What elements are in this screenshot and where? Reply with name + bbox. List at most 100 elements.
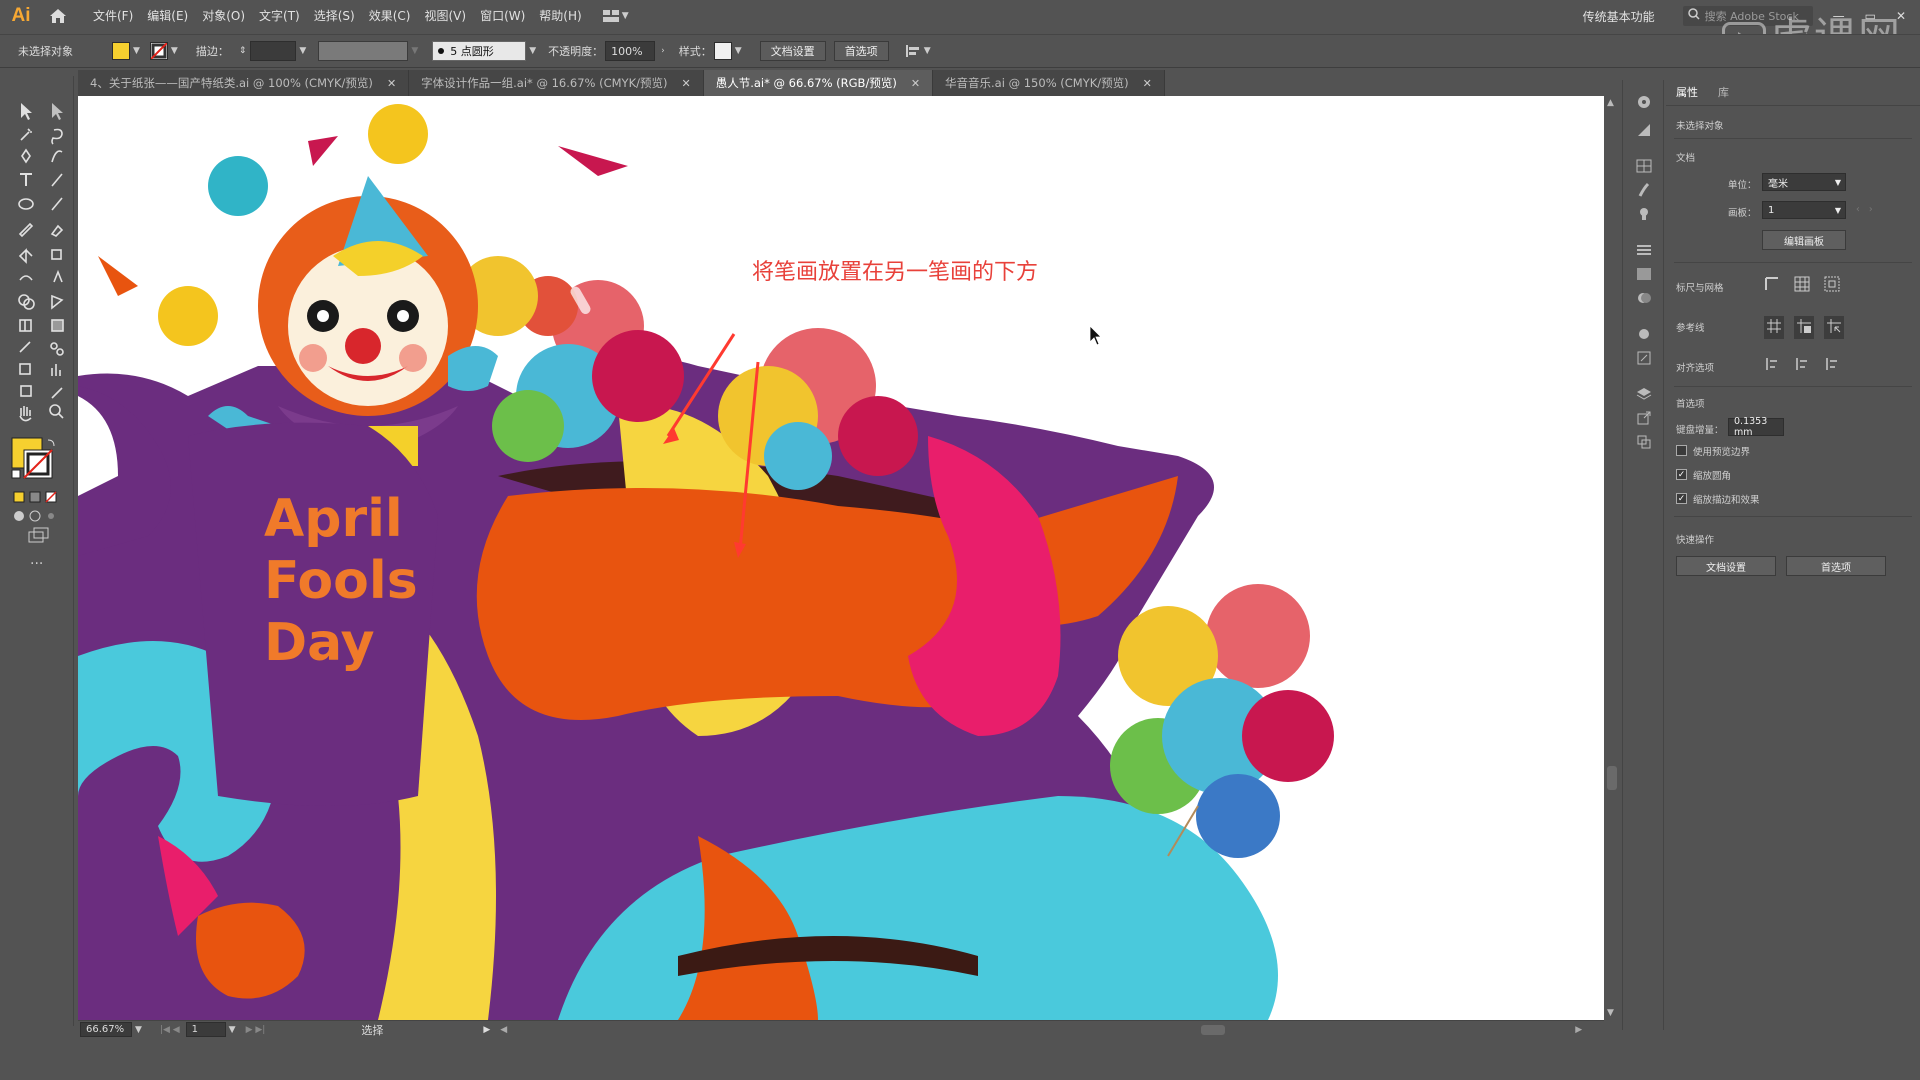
show-guides-icon[interactable] [1764, 316, 1784, 339]
brushes-icon[interactable] [1634, 180, 1654, 200]
opacity-control[interactable]: 100% › [605, 41, 665, 61]
menu-select[interactable]: 选择(S) [307, 0, 362, 32]
home-icon[interactable] [42, 0, 74, 32]
fill-swatch[interactable] [112, 42, 130, 60]
transparency-icon[interactable] [1634, 288, 1654, 308]
snap-to-glyph-icon[interactable] [1824, 356, 1840, 375]
chevron-down-icon[interactable]: ▼ [229, 1025, 236, 1035]
artboard-nav-icon[interactable]: ‹ › [1856, 204, 1873, 215]
menu-file[interactable]: 文件(F) [86, 0, 140, 32]
scale-corners-checkbox[interactable]: ✓ [1676, 469, 1687, 480]
tab-document-2[interactable]: 字体设计作品一组.ai* @ 16.67% (CMYK/预览) ✕ [409, 70, 704, 96]
hand-tool[interactable] [14, 401, 36, 423]
appearance-icon[interactable] [1634, 324, 1654, 344]
graphic-styles-icon[interactable] [1634, 348, 1654, 368]
first-artboard-icon[interactable]: |◀ ◀ [160, 1025, 180, 1035]
paintbrush-tool[interactable] [45, 192, 67, 214]
next-artboard-icon[interactable]: ▶ ▶| [246, 1025, 266, 1035]
stepper-arrows-icon[interactable]: ⇕ [239, 46, 247, 56]
stroke-swatch[interactable] [149, 42, 168, 60]
vertical-scrollbar[interactable]: ▲ ▼ [1604, 96, 1620, 1020]
ellipse-tool[interactable] [14, 192, 36, 214]
document-setup-button[interactable]: 文档设置 [759, 41, 826, 61]
selection-status: 未选择对象 [18, 45, 73, 58]
menu-type[interactable]: 文字(T) [252, 0, 307, 32]
align-panel-button[interactable]: ▼ [905, 44, 931, 58]
arrange-documents-button[interactable]: ▼ [602, 10, 629, 22]
quick-document-setup-button[interactable]: 文档设置 [1676, 556, 1776, 576]
stroke-weight-input[interactable] [250, 41, 297, 61]
style-control[interactable]: ▼ [713, 42, 742, 60]
preferences-button[interactable]: 首选项 [833, 41, 889, 61]
variable-width-profile[interactable]: ▼ [318, 41, 418, 61]
stroke-panel-icon[interactable] [1634, 240, 1654, 260]
line-tool[interactable] [45, 166, 67, 188]
tab-properties[interactable]: 属性 [1666, 80, 1708, 105]
symbols-icon[interactable] [1634, 204, 1654, 224]
menu-help[interactable]: 帮助(H) [532, 0, 588, 32]
keyboard-increment-input[interactable]: 0.1353 mm [1728, 416, 1784, 438]
artboards-icon[interactable] [1634, 432, 1654, 452]
scroll-thumb[interactable] [1607, 766, 1617, 790]
swatches-icon[interactable] [1634, 156, 1654, 176]
chevron-down-icon[interactable]: ▼ [135, 1025, 142, 1035]
style-swatch[interactable] [713, 42, 732, 60]
menu-view[interactable]: 视图(V) [417, 0, 473, 32]
status-menu-arrow-icon[interactable]: ▶ [483, 1025, 490, 1035]
edit-artboards-button[interactable]: 编辑画板 [1762, 230, 1846, 250]
menu-edit[interactable]: 编辑(E) [140, 0, 195, 32]
snap-to-pixel-icon[interactable] [1794, 356, 1810, 375]
units-select[interactable]: 毫米 ▼ [1762, 173, 1846, 191]
close-icon[interactable]: ✕ [911, 77, 920, 90]
scroll-up-icon[interactable]: ▲ [1607, 98, 1614, 108]
stroke-weight-stepper[interactable]: ⇕ ▼ [239, 41, 306, 61]
artboard[interactable]: 将笔画放置在另一笔画的下方 April Fools Day [78, 96, 1604, 1020]
edit-toolbar-icon[interactable] [24, 554, 46, 576]
workspace-switcher[interactable]: 传统基本功能 [1583, 8, 1655, 25]
ruler-icon[interactable] [1764, 276, 1780, 295]
scroll-right-icon[interactable]: ▶ [1575, 1025, 1582, 1035]
layers-icon[interactable] [1634, 384, 1654, 404]
direct-selection-tool[interactable] [45, 96, 67, 118]
horizontal-scroll-thumb[interactable] [1201, 1024, 1226, 1035]
stroke-color-swatch[interactable] [26, 454, 52, 480]
gradient-icon[interactable] [1634, 264, 1654, 284]
close-icon[interactable]: ✕ [681, 77, 690, 90]
opacity-input[interactable]: 100% [605, 41, 656, 61]
tab-libraries[interactable]: 库 [1708, 80, 1739, 105]
zoom-tool[interactable] [45, 401, 67, 423]
chevron-right-icon[interactable]: › [661, 46, 665, 56]
asset-export-icon[interactable] [1634, 408, 1654, 428]
color-guide-icon[interactable] [1634, 92, 1654, 112]
tab-document-4[interactable]: 华音音乐.ai @ 150% (CMYK/预览) ✕ [933, 70, 1165, 96]
bottom-empty-area [0, 1040, 1920, 1080]
snap-to-point-icon[interactable] [1764, 356, 1780, 375]
tab-document-3[interactable]: 愚人节.ai* @ 66.67% (RGB/预览) ✕ [703, 70, 934, 96]
menu-effect[interactable]: 效果(C) [362, 0, 418, 32]
lock-guides-icon[interactable] [1794, 316, 1814, 339]
current-tool-status[interactable]: 选择 [361, 1022, 383, 1038]
artboard-number-field[interactable]: 1 [185, 1022, 226, 1037]
fill-control[interactable]: ▼ [112, 42, 140, 60]
type-tool[interactable] [14, 166, 36, 188]
use-preview-bounds-checkbox[interactable] [1676, 445, 1687, 456]
transparency-grid-icon[interactable] [1824, 276, 1840, 295]
scroll-left-icon[interactable]: ◀ [500, 1025, 507, 1035]
menu-object[interactable]: 对象(O) [195, 0, 252, 32]
image-trace-icon[interactable] [1634, 120, 1654, 140]
stroke-control[interactable]: ▼ [149, 42, 178, 60]
scroll-down-icon[interactable]: ▼ [1607, 1008, 1614, 1018]
menu-window[interactable]: 窗口(W) [473, 0, 532, 32]
canvas-area[interactable]: 将笔画放置在另一笔画的下方 April Fools Day [78, 96, 1604, 1020]
close-icon[interactable]: ✕ [1143, 77, 1152, 90]
brush-definition[interactable]: 5 点圆形 ▼ [432, 41, 536, 61]
smart-guides-icon[interactable] [1824, 316, 1844, 339]
grid-icon[interactable] [1794, 276, 1810, 295]
tab-document-1[interactable]: 4、关于纸张——国产特纸类.ai @ 100% (CMYK/预览) ✕ [78, 70, 410, 96]
quick-preferences-button[interactable]: 首选项 [1786, 556, 1886, 576]
selection-tool[interactable] [14, 96, 36, 118]
scale-strokes-effects-checkbox[interactable]: ✓ [1676, 493, 1687, 504]
close-icon[interactable]: ✕ [387, 77, 396, 90]
artboard-select[interactable]: 1 ▼ [1762, 201, 1846, 219]
zoom-level-field[interactable]: 66.67% [80, 1022, 132, 1037]
